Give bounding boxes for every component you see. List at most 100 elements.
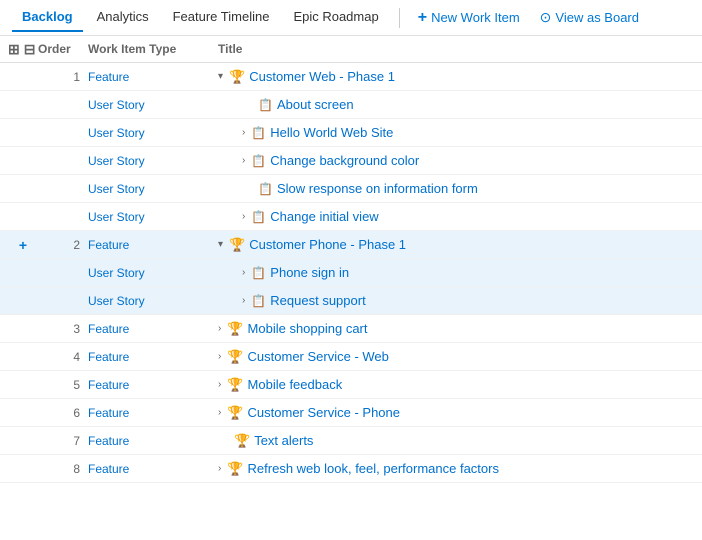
trophy-icon: 🏆 [229, 69, 245, 85]
order-cell: 4 [38, 350, 88, 364]
table-row[interactable]: 8 Feature › 🏆 Refresh web look, feel, pe… [0, 455, 702, 483]
work-item-title[interactable]: Mobile shopping cart [248, 321, 368, 336]
type-cell: User Story [88, 266, 218, 280]
title-cell[interactable]: › 📋 Request support [218, 293, 694, 308]
table-row[interactable]: User Story › 📋 Change background color [0, 147, 702, 175]
trophy-icon: 🏆 [227, 349, 243, 365]
view-as-board-button[interactable]: ⊙ View as Board [532, 5, 647, 30]
trophy-icon: 🏆 [227, 321, 243, 337]
title-column-header: Title [218, 42, 694, 56]
story-icon: 📋 [258, 98, 273, 112]
title-cell[interactable]: › 📋 Change initial view [218, 209, 694, 224]
chevron-icon[interactable]: › [242, 211, 245, 222]
title-cell[interactable]: › 🏆 Mobile shopping cart [218, 321, 694, 337]
nav-epic-roadmap[interactable]: Epic Roadmap [283, 3, 388, 32]
type-cell: User Story [88, 182, 218, 196]
story-icon: 📋 [251, 154, 266, 168]
type-cell: Feature [88, 406, 218, 420]
chevron-icon[interactable]: › [218, 379, 221, 390]
trophy-icon: 🏆 [234, 433, 250, 449]
table-row[interactable]: 3 Feature › 🏆 Mobile shopping cart [0, 315, 702, 343]
chevron-icon[interactable]: ▾ [218, 71, 223, 82]
table-row[interactable]: User Story › 📋 Request support [0, 287, 702, 315]
work-item-title[interactable]: Mobile feedback [248, 377, 343, 392]
title-cell[interactable]: › 🏆 Mobile feedback [218, 377, 694, 393]
table-row[interactable]: User Story › 📋 Phone sign in [0, 259, 702, 287]
table-row[interactable]: 6 Feature › 🏆 Customer Service - Phone [0, 399, 702, 427]
work-item-title[interactable]: Change initial view [270, 209, 378, 224]
title-cell[interactable]: › 🏆 Customer Service - Phone [218, 405, 694, 421]
table-row[interactable]: 7 Feature 🏆 Text alerts [0, 427, 702, 455]
work-item-title[interactable]: Slow response on information form [277, 181, 478, 196]
title-cell[interactable]: 📋 Slow response on information form [218, 181, 694, 196]
add-cell: + [8, 237, 38, 253]
chevron-icon[interactable]: › [242, 127, 245, 138]
work-item-title[interactable]: Customer Web - Phase 1 [249, 69, 395, 84]
work-item-title[interactable]: Customer Service - Web [248, 349, 389, 364]
table-row[interactable]: 1 Feature ▾ 🏆 Customer Web - Phase 1 [0, 63, 702, 91]
table-row[interactable]: + 2 Feature ▾ 🏆 Customer Phone - Phase 1 [0, 231, 702, 259]
title-cell[interactable]: › 🏆 Customer Service - Web [218, 349, 694, 365]
table-row[interactable]: User Story 📋 Slow response on informatio… [0, 175, 702, 203]
work-item-title[interactable]: Customer Service - Phone [248, 405, 400, 420]
chevron-icon[interactable]: › [242, 295, 245, 306]
table-row[interactable]: User Story › 📋 Change initial view [0, 203, 702, 231]
work-item-title[interactable]: Change background color [270, 153, 419, 168]
type-cell: Feature [88, 350, 218, 364]
new-work-item-button[interactable]: + New Work Item [410, 5, 528, 31]
story-icon: 📋 [258, 182, 273, 196]
work-item-title[interactable]: Text alerts [254, 433, 313, 448]
title-cell[interactable]: ▾ 🏆 Customer Phone - Phase 1 [218, 237, 694, 253]
work-item-title[interactable]: Phone sign in [270, 265, 349, 280]
work-item-title[interactable]: Customer Phone - Phase 1 [249, 237, 406, 252]
nav-feature-timeline[interactable]: Feature Timeline [163, 3, 280, 32]
type-cell: Feature [88, 322, 218, 336]
type-cell: User Story [88, 126, 218, 140]
work-item-title[interactable]: Request support [270, 293, 365, 308]
table-row[interactable]: 5 Feature › 🏆 Mobile feedback [0, 371, 702, 399]
table-row[interactable]: User Story › 📋 Hello World Web Site [0, 119, 702, 147]
order-cell: 8 [38, 462, 88, 476]
type-cell: User Story [88, 154, 218, 168]
title-cell[interactable]: › 📋 Hello World Web Site [218, 125, 694, 140]
type-cell: User Story [88, 98, 218, 112]
top-nav: Backlog Analytics Feature Timeline Epic … [0, 0, 702, 36]
title-cell[interactable]: 🏆 Text alerts [218, 433, 694, 449]
trophy-icon: 🏆 [227, 377, 243, 393]
order-cell: 2 [38, 238, 88, 252]
title-cell[interactable]: ▾ 🏆 Customer Web - Phase 1 [218, 69, 694, 85]
expand-icon[interactable]: ⊞ [8, 42, 20, 56]
chevron-icon[interactable]: › [242, 155, 245, 166]
add-row-icon[interactable]: + [19, 237, 27, 253]
nav-backlog[interactable]: Backlog [12, 3, 83, 32]
board-icon: ⊙ [540, 9, 552, 26]
expand-collapse-controls[interactable]: ⊞ ⊟ [8, 42, 38, 56]
chevron-icon[interactable]: › [218, 407, 221, 418]
chevron-icon[interactable]: › [218, 323, 221, 334]
order-cell: 7 [38, 434, 88, 448]
chevron-icon[interactable]: ▾ [218, 239, 223, 250]
work-item-title[interactable]: About screen [277, 97, 354, 112]
story-icon: 📋 [251, 210, 266, 224]
table-row[interactable]: User Story 📋 About screen [0, 91, 702, 119]
title-cell[interactable]: › 📋 Change background color [218, 153, 694, 168]
chevron-icon[interactable]: › [218, 351, 221, 362]
title-cell[interactable]: › 🏆 Refresh web look, feel, performance … [218, 461, 694, 477]
work-item-title[interactable]: Hello World Web Site [270, 125, 393, 140]
chevron-icon[interactable]: › [218, 463, 221, 474]
collapse-icon[interactable]: ⊟ [24, 42, 36, 56]
nav-separator [399, 8, 400, 28]
work-item-title[interactable]: Refresh web look, feel, performance fact… [248, 461, 499, 476]
title-cell[interactable]: 📋 About screen [218, 97, 694, 112]
trophy-icon: 🏆 [227, 461, 243, 477]
nav-analytics[interactable]: Analytics [87, 3, 159, 32]
type-cell: Feature [88, 434, 218, 448]
order-cell: 1 [38, 70, 88, 84]
type-cell: User Story [88, 210, 218, 224]
type-cell: User Story [88, 294, 218, 308]
chevron-icon[interactable]: › [242, 267, 245, 278]
title-cell[interactable]: › 📋 Phone sign in [218, 265, 694, 280]
story-icon: 📋 [251, 266, 266, 280]
table-row[interactable]: 4 Feature › 🏆 Customer Service - Web [0, 343, 702, 371]
type-cell: Feature [88, 378, 218, 392]
